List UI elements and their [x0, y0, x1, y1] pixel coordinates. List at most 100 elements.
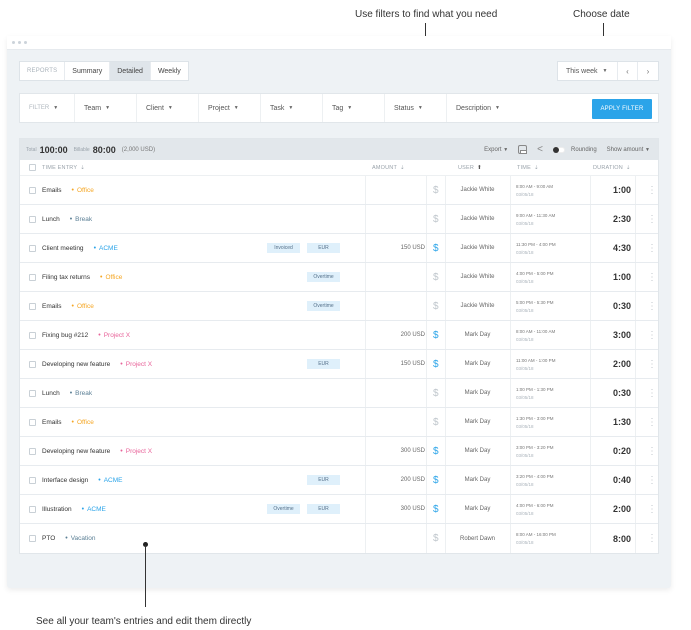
billable-dollar-icon[interactable]: $ [433, 437, 439, 465]
row-checkbox[interactable] [29, 535, 36, 542]
more-options-icon[interactable]: ⋮ [647, 263, 657, 291]
more-options-icon[interactable]: ⋮ [647, 408, 657, 436]
billable-dollar-icon[interactable]: $ [433, 263, 439, 291]
time-range-cell[interactable]: 11:00 AM - 1:00 PM 03/05/18 [516, 350, 555, 378]
billable-dollar-icon[interactable]: $ [433, 292, 439, 320]
billable-dollar-icon[interactable]: $ [433, 234, 439, 262]
duration[interactable]: 0:30 [595, 379, 631, 407]
table-row[interactable]: Client meeting • ACME Invoiced EUR 150 USD $ Ja… [20, 234, 658, 263]
export-dropdown[interactable]: Export ▼ [484, 147, 508, 153]
duration[interactable]: 1:30 [595, 408, 631, 436]
billable-dollar-icon[interactable]: $ [433, 350, 439, 378]
project-label[interactable]: • Project X [120, 448, 152, 455]
table-row[interactable]: Lunch • Break $ Jackie White 9:00 AM - 11:30 … [20, 205, 658, 234]
time-range-cell[interactable]: 3:20 PM - 4:00 PM 03/05/18 [516, 466, 554, 494]
apply-filter-button[interactable]: APPLY FILTER [592, 99, 652, 119]
user-name[interactable]: Mark Day [445, 495, 510, 523]
filter-team[interactable]: Team ▼ [75, 94, 137, 122]
project-label[interactable]: • Vacation [65, 535, 95, 542]
time-range-cell[interactable]: 8:00 AM - 16:00 PM 03/05/18 [516, 524, 556, 553]
filter-tag[interactable]: Tag ▼ [323, 94, 385, 122]
more-options-icon[interactable]: ⋮ [647, 495, 657, 523]
more-options-icon[interactable]: ⋮ [647, 466, 657, 494]
row-checkbox[interactable] [29, 331, 36, 339]
user-name[interactable]: Robert Dawn [445, 524, 510, 553]
th-time[interactable]: TIME ⇣ [517, 160, 539, 175]
row-checkbox[interactable] [29, 244, 36, 252]
filter-client[interactable]: Client ▼ [137, 94, 199, 122]
time-range-cell[interactable]: 5:00 PM - 5:30 PM 03/05/18 [516, 292, 554, 320]
duration[interactable]: 2:30 [595, 205, 631, 233]
th-time-entry[interactable]: TIME ENTRY ⇣ [29, 160, 85, 175]
share-icon[interactable]: < [537, 144, 543, 155]
entry-description-cell[interactable]: Lunch • Break [29, 379, 92, 407]
table-row[interactable]: Emails • Office $ Mark Day 1:30 PM - 3:00 PM 0… [20, 408, 658, 437]
tag-badge[interactable]: EUR [307, 504, 340, 514]
time-range-cell[interactable]: 8:00 AM - 9:00 AM 03/05/18 [516, 176, 553, 204]
tag-badge[interactable]: Invoiced [267, 243, 300, 253]
tag-badge[interactable]: Overtime [307, 272, 340, 282]
tab-weekly[interactable]: Weekly [151, 62, 188, 80]
th-user[interactable]: USER ⬆ [458, 160, 482, 175]
row-checkbox[interactable] [29, 476, 36, 484]
time-range-cell[interactable]: 3:00 PM - 3:20 PM 03/05/18 [516, 437, 554, 465]
tag-badge[interactable]: EUR [307, 475, 340, 485]
row-checkbox[interactable] [29, 418, 36, 426]
next-period-button[interactable]: › [638, 62, 658, 80]
date-range-select[interactable]: This week ▼ [558, 62, 618, 80]
row-checkbox[interactable] [29, 215, 36, 223]
select-all-checkbox[interactable] [29, 164, 36, 171]
entry-description-cell[interactable]: Lunch • Break [29, 205, 92, 233]
project-label[interactable]: • Break [70, 216, 92, 223]
user-name[interactable]: Mark Day [445, 321, 510, 349]
time-range-cell[interactable]: 11:30 PM - 4:00 PM 03/05/18 [516, 234, 556, 262]
print-icon[interactable] [518, 145, 528, 154]
tag-badge[interactable]: Overtime [267, 504, 300, 514]
row-checkbox[interactable] [29, 505, 36, 513]
time-range-cell[interactable]: 4:00 PM - 6:00 PM 03/05/18 [516, 495, 554, 523]
table-row[interactable]: Emails • Office $ Jackie White 8:00 AM - 9:00… [20, 176, 658, 205]
row-checkbox[interactable] [29, 302, 36, 310]
rounding-toggle[interactable] [552, 146, 565, 153]
row-checkbox[interactable] [29, 186, 36, 194]
duration[interactable]: 1:00 [595, 263, 631, 291]
project-label[interactable]: • Office [100, 274, 122, 281]
entry-description-cell[interactable]: Filing tax returns • Office [29, 263, 122, 291]
entry-description-cell[interactable]: Client meeting • ACME [29, 234, 118, 262]
tag-badge[interactable]: EUR [307, 359, 340, 369]
project-label[interactable]: • Break [70, 390, 92, 397]
billable-dollar-icon[interactable]: $ [433, 408, 439, 436]
user-name[interactable]: Jackie White [445, 205, 510, 233]
user-name[interactable]: Jackie White [445, 292, 510, 320]
tab-summary[interactable]: Summary [65, 62, 111, 80]
entry-description-cell[interactable]: Emails • Office [29, 292, 94, 320]
more-options-icon[interactable]: ⋮ [647, 292, 657, 320]
table-row[interactable]: PTO • Vacation $ Robert Dawn 8:00 AM - 16:00 … [20, 524, 658, 553]
duration[interactable]: 3:00 [595, 321, 631, 349]
user-name[interactable]: Jackie White [445, 234, 510, 262]
time-range-cell[interactable]: 4:00 PM - 5:00 PM 03/05/18 [516, 263, 554, 291]
project-label[interactable]: • ACME [98, 477, 122, 484]
row-checkbox[interactable] [29, 360, 36, 368]
entry-description-cell[interactable]: Developing new feature • Project X [29, 350, 152, 378]
duration[interactable]: 8:00 [595, 524, 631, 553]
more-options-icon[interactable]: ⋮ [647, 205, 657, 233]
filter-description[interactable]: Description ▼ [447, 94, 500, 122]
duration[interactable]: 0:30 [595, 292, 631, 320]
duration[interactable]: 2:00 [595, 495, 631, 523]
billable-dollar-icon[interactable]: $ [433, 379, 439, 407]
duration[interactable]: 1:00 [595, 176, 631, 204]
th-amount[interactable]: AMOUNT ⇣ [372, 160, 405, 175]
user-name[interactable]: Jackie White [445, 263, 510, 291]
table-row[interactable]: Developing new feature • Project X 300 USD $… [20, 437, 658, 466]
project-label[interactable]: • Project X [98, 332, 130, 339]
more-options-icon[interactable]: ⋮ [647, 350, 657, 378]
duration[interactable]: 0:40 [595, 466, 631, 494]
filter-task[interactable]: Task ▼ [261, 94, 323, 122]
table-row[interactable]: Emails • Office Overtime $ Jackie White 5:00 P… [20, 292, 658, 321]
table-row[interactable]: Lunch • Break $ Mark Day 1:00 PM - 1:30 PM 03/… [20, 379, 658, 408]
more-options-icon[interactable]: ⋮ [647, 176, 657, 204]
more-options-icon[interactable]: ⋮ [647, 379, 657, 407]
filter-status[interactable]: Status ▼ [385, 94, 447, 122]
filter-project[interactable]: Project ▼ [199, 94, 261, 122]
